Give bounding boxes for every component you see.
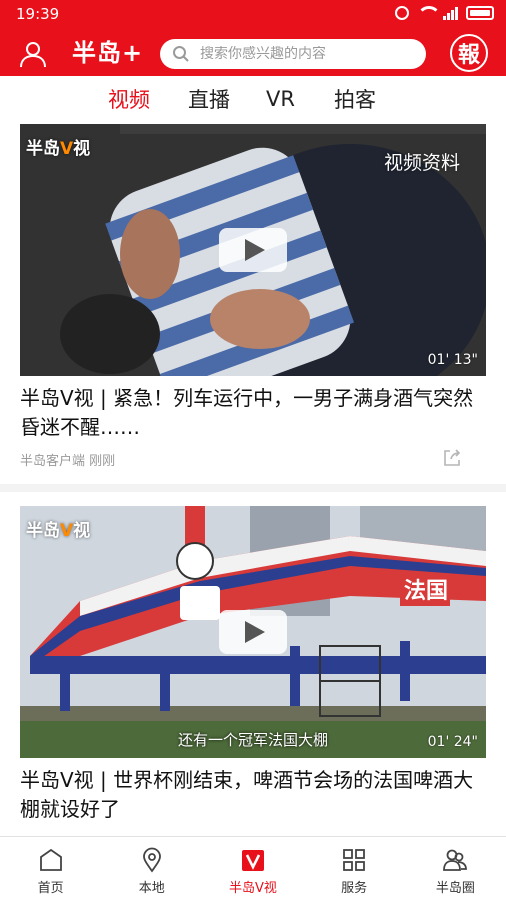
nav-label: 半岛圈 bbox=[435, 881, 475, 896]
v-video-icon bbox=[241, 850, 264, 871]
article-source: 半岛客户端 bbox=[20, 454, 86, 469]
watermark-text: 半岛 bbox=[26, 139, 60, 159]
watermark-suffix: 视 bbox=[73, 139, 91, 159]
watermark-text: 半岛 bbox=[26, 521, 60, 541]
video-overlay-label: 视频资料 bbox=[383, 152, 460, 174]
app-header: 半岛+ 報 bbox=[0, 30, 506, 76]
nav-community[interactable]: 半岛圈 bbox=[405, 837, 506, 900]
home-icon bbox=[39, 848, 62, 871]
profile-button[interactable] bbox=[18, 39, 48, 69]
nav-home[interactable]: 首页 bbox=[0, 837, 101, 900]
feed-item[interactable]: 法国 半岛V视 还有一个冠军法国大棚 01' 24" 半岛V视 | 世界杯刚结束… bbox=[0, 492, 506, 836]
nav-label: 服务 bbox=[341, 881, 368, 896]
bottom-navigation: 首页 本地 半岛V视 服务 半岛圈 bbox=[0, 836, 506, 900]
battery-icon bbox=[466, 6, 494, 20]
newspaper-button[interactable]: 報 bbox=[450, 34, 488, 72]
video-watermark: 半岛V视 bbox=[26, 134, 90, 159]
tab-vr[interactable]: VR bbox=[266, 87, 295, 111]
play-icon[interactable] bbox=[219, 228, 287, 272]
status-time: 19:39 bbox=[16, 5, 60, 23]
article-meta: 半岛客户端 刚刚 bbox=[20, 450, 115, 469]
video-duration: 01' 24" bbox=[427, 734, 478, 750]
nav-label: 首页 bbox=[37, 881, 64, 896]
wifi-icon bbox=[417, 6, 441, 20]
nav-v-video[interactable]: 半岛V视 bbox=[202, 837, 303, 900]
article-time: 刚刚 bbox=[89, 454, 116, 469]
status-icons bbox=[395, 6, 494, 20]
article-title[interactable]: 半岛V视 | 世界杯刚结束，啤酒节会场的法国啤酒大棚就设好了 bbox=[20, 766, 486, 824]
watermark-v: V bbox=[60, 139, 74, 159]
tab-video[interactable]: 视频 bbox=[108, 84, 150, 114]
nav-local[interactable]: 本地 bbox=[101, 837, 202, 900]
alarm-icon bbox=[395, 6, 409, 20]
feed-divider bbox=[0, 484, 506, 492]
user-icon bbox=[20, 42, 46, 68]
video-watermark: 半岛V视 bbox=[26, 516, 90, 541]
category-tabs: 视频 直播 VR 拍客 bbox=[0, 76, 506, 122]
feed-item[interactable]: 半岛V视 视频资料 01' 13" 半岛V视 | 紧急！列车运行中，一男子满身酒… bbox=[0, 122, 506, 484]
community-icon bbox=[443, 849, 468, 871]
video-thumbnail[interactable]: 法国 半岛V视 还有一个冠军法国大棚 01' 24" bbox=[20, 506, 486, 758]
signal-icon bbox=[443, 6, 458, 20]
share-icon[interactable] bbox=[442, 448, 462, 468]
watermark-v: V bbox=[60, 521, 74, 541]
video-caption: 还有一个冠军法国大棚 bbox=[177, 731, 328, 749]
video-duration: 01' 13" bbox=[427, 352, 478, 368]
tab-paike[interactable]: 拍客 bbox=[334, 84, 376, 114]
grid-icon bbox=[343, 849, 366, 871]
play-icon[interactable] bbox=[219, 610, 287, 654]
video-thumbnail[interactable]: 半岛V视 视频资料 01' 13" bbox=[20, 124, 486, 376]
article-title[interactable]: 半岛V视 | 紧急！列车运行中，一男子满身酒气突然昏迷不醒…… bbox=[20, 384, 486, 442]
watermark-suffix: 视 bbox=[73, 521, 91, 541]
nav-label: 半岛V视 bbox=[229, 881, 277, 896]
location-icon bbox=[142, 847, 161, 873]
svg-text:法国: 法国 bbox=[404, 579, 448, 604]
tab-live[interactable]: 直播 bbox=[188, 84, 230, 114]
nav-services[interactable]: 服务 bbox=[304, 837, 405, 900]
app-logo: 半岛+ bbox=[72, 39, 144, 67]
search-input[interactable] bbox=[200, 46, 420, 62]
status-bar: 19:39 bbox=[0, 0, 506, 30]
search-bar[interactable] bbox=[160, 39, 426, 69]
nav-label: 本地 bbox=[138, 881, 165, 896]
search-icon bbox=[172, 45, 190, 63]
